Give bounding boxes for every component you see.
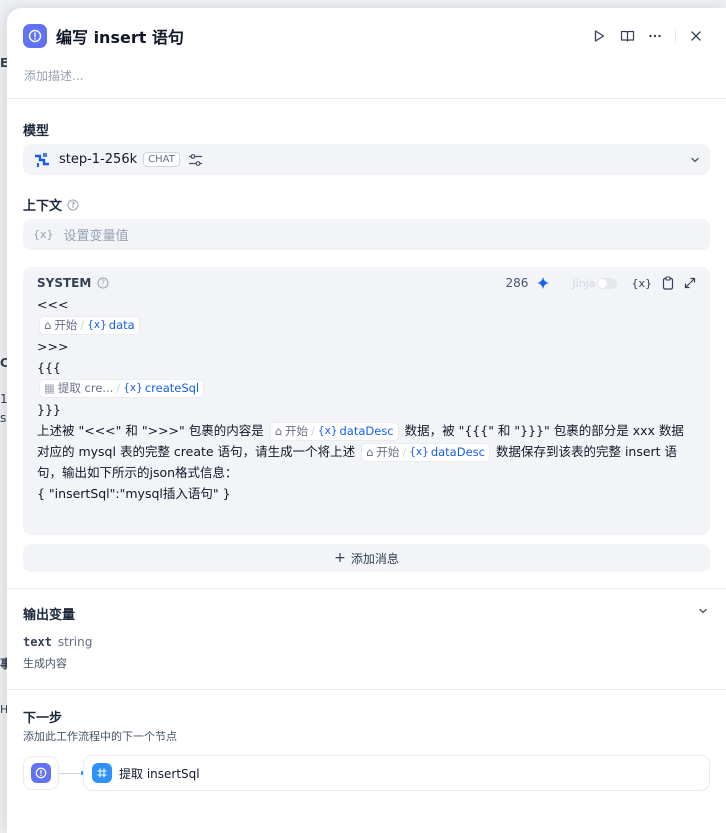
- grid-node-icon: [92, 763, 112, 783]
- svg-text:?: ?: [101, 279, 105, 288]
- jinja-toggle[interactable]: [597, 277, 618, 289]
- variable-icon: {x}: [123, 382, 143, 394]
- next-step-desc: 添加此工作流程中的下一个节点: [23, 730, 177, 743]
- output-var-type: string: [57, 635, 93, 649]
- sparkle-icon: [537, 277, 550, 289]
- ai-generate-button[interactable]: [536, 276, 550, 290]
- expand-icon: [684, 277, 696, 289]
- insert-variable-button[interactable]: {x}: [631, 277, 652, 290]
- header-separator: [675, 29, 676, 43]
- clipboard-icon: [662, 276, 674, 290]
- flow-connector: [59, 773, 83, 774]
- chevron-down-icon: [690, 155, 700, 165]
- next-node-label: 提取 insertSql: [119, 766, 200, 781]
- model-label: 模型: [23, 124, 50, 139]
- model-mode-badge: CHAT: [143, 152, 180, 167]
- chevron-down-icon: [699, 608, 707, 614]
- divider: [7, 98, 726, 99]
- context-placeholder: 设置变量值: [63, 229, 129, 244]
- grid-node-icon: ▦: [44, 381, 55, 395]
- output-var-row: text string: [23, 635, 92, 649]
- play-icon: [594, 30, 605, 42]
- divider: [7, 689, 726, 690]
- prompt-text-span: 上述被 "<<<" 和 ">>>" 包裹的内容是: [37, 423, 264, 438]
- current-node-thumb: [23, 756, 59, 790]
- close-icon: [691, 31, 701, 41]
- variable-chip[interactable]: ⌂ 开始 / {x} dataDesc: [361, 443, 490, 462]
- system-role-label: SYSTEM: [37, 276, 92, 290]
- node-title[interactable]: 编写 insert 语句: [56, 24, 184, 48]
- variable-chip[interactable]: ⌂ 开始 / {x} dataDesc: [269, 422, 399, 441]
- output-var-desc: 生成内容: [23, 657, 67, 670]
- variable-chip[interactable]: ▦ 提取 cre... / {x} createSql: [39, 379, 205, 398]
- prompt-line: >>>: [37, 339, 69, 354]
- prompt-text[interactable]: <<< ⌂ 开始 / {x} data >>> {{{ ▦ 提取 cre... / {x} cr…: [37, 294, 696, 504]
- help-icon: ?: [97, 277, 109, 289]
- chip-var: dataDesc: [339, 424, 394, 438]
- output-collapse-toggle[interactable]: [698, 606, 708, 616]
- context-label: 上下文 ?: [23, 195, 79, 214]
- variable-icon: {x}: [317, 425, 338, 437]
- llm-node-icon: [31, 763, 51, 783]
- output-var-name: text: [23, 635, 52, 649]
- add-message-label: 添加消息: [350, 551, 399, 566]
- home-icon: ⌂: [44, 318, 52, 332]
- divider: [7, 588, 726, 589]
- prompt-line: { "insertSql":"mysql插入语句" }: [37, 486, 231, 501]
- plus-icon: +: [334, 550, 346, 566]
- prompt-line: ⌂ 开始 / {x} data: [37, 315, 696, 336]
- chip-var: createSql: [144, 381, 200, 395]
- add-message-button[interactable]: + 添加消息: [23, 544, 710, 572]
- panel-header: 编写 insert 语句: [23, 23, 710, 49]
- prompt-line: }}}: [37, 402, 61, 417]
- more-button[interactable]: [641, 23, 669, 49]
- copy-button[interactable]: [662, 276, 674, 290]
- chip-var: dataDesc: [430, 445, 485, 459]
- prompt-line: {{{: [37, 360, 61, 375]
- llm-node-icon: [23, 24, 47, 48]
- help-icon: ?: [67, 199, 79, 210]
- chip-var: data: [108, 318, 135, 332]
- model-selector[interactable]: step-1-256k CHAT: [23, 144, 710, 175]
- jinja-label: Jinja: [572, 276, 596, 290]
- node-config-panel: 编写 insert 语句 添加描述... 模型 step-1-256k CHAT: [7, 8, 726, 833]
- chip-node: 开始: [376, 445, 400, 459]
- stepfun-logo-icon: [35, 152, 49, 167]
- svg-text:?: ?: [71, 200, 75, 209]
- help-doc-button[interactable]: [613, 23, 641, 49]
- description-input[interactable]: 添加描述...: [24, 67, 83, 84]
- chip-node: 开始: [54, 318, 78, 332]
- book-open-icon: [620, 30, 634, 42]
- model-settings-button[interactable]: [188, 153, 203, 167]
- chip-node: 开始: [285, 424, 309, 438]
- model-name: step-1-256k: [59, 152, 138, 167]
- prompt-paragraph: 上述被 "<<<" 和 ">>>" 包裹的内容是 ⌂ 开始 / {x} dataDesc…: [37, 420, 696, 483]
- prompt-line: <<<: [37, 297, 69, 312]
- prompt-line: ▦ 提取 cre... / {x} createSql: [37, 378, 696, 399]
- sliders-icon: [188, 153, 202, 166]
- variable-icon: {x}: [33, 228, 54, 241]
- variable-icon: {x}: [87, 319, 107, 331]
- home-icon: ⌂: [366, 445, 374, 459]
- chip-node: 提取 cre...: [57, 381, 114, 395]
- run-button[interactable]: [585, 23, 613, 49]
- home-icon: ⌂: [274, 424, 283, 438]
- next-node-extract-insertsql[interactable]: 提取 insertSql: [83, 755, 710, 791]
- context-label-text: 上下文: [23, 199, 63, 214]
- variable-icon: {x}: [409, 446, 429, 458]
- system-prompt-editor[interactable]: SYSTEM ? 286 Jinja {x} <<< ⌂ 开始 / {x} da…: [23, 267, 710, 535]
- variable-chip[interactable]: ⌂ 开始 / {x} data: [39, 316, 140, 335]
- more-dots-icon: [649, 34, 661, 38]
- bg-fragment: s: [0, 411, 7, 425]
- output-vars-label: 输出变量: [23, 608, 76, 623]
- close-button[interactable]: [682, 23, 710, 49]
- expand-button[interactable]: [684, 277, 696, 289]
- next-step-label: 下一步: [23, 711, 63, 726]
- token-count: 286: [505, 276, 529, 290]
- context-variable-selector[interactable]: {x} 设置变量值: [23, 219, 710, 250]
